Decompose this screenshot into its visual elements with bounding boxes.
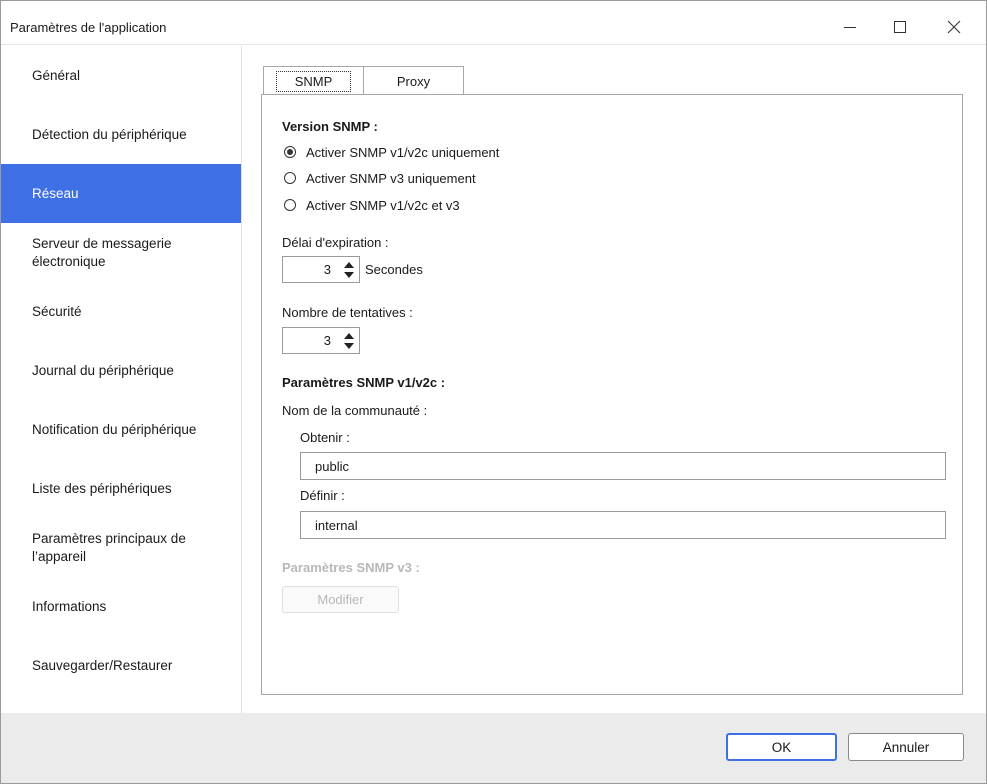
timeout-label: Délai d'expiration :	[282, 235, 389, 250]
maximize-icon	[894, 21, 906, 33]
snmp-v3-heading: Paramètres SNMP v3 :	[282, 560, 420, 575]
radio-button[interactable]	[284, 172, 296, 184]
get-community-label: Obtenir :	[300, 430, 350, 445]
set-community-value: internal	[315, 517, 358, 533]
tab-snmp[interactable]: SNMP	[263, 66, 364, 95]
sidebar-item-label: Réseau	[32, 185, 79, 201]
sidebar-item-device-notification[interactable]: Notification du périphérique	[1, 400, 241, 459]
minimize-icon	[844, 26, 856, 28]
timeout-stepper[interactable]: 3	[282, 256, 360, 283]
sidebar-item-label: Serveur de messagerie électronique	[32, 235, 172, 269]
sidebar-item-email-server[interactable]: Serveur de messagerie électronique	[1, 223, 241, 282]
dialog-footer: OK Annuler	[1, 713, 986, 783]
tab-label: SNMP	[275, 70, 352, 92]
get-community-value: public	[315, 458, 349, 474]
maximize-button[interactable]	[877, 9, 923, 45]
sidebar-item-device-list[interactable]: Liste des périphériques	[1, 459, 241, 518]
minimize-button[interactable]	[827, 9, 873, 45]
close-icon	[947, 20, 961, 34]
retries-value: 3	[323, 333, 331, 348]
radio-snmp-v1v2c-only[interactable]: Activer SNMP v1/v2c uniquement	[284, 143, 499, 161]
stepper-arrows-icon[interactable]	[343, 260, 355, 280]
sidebar-item-device-detection[interactable]: Détection du périphérique	[1, 105, 241, 164]
sidebar-item-label: Informations	[32, 598, 107, 614]
radio-button[interactable]	[284, 199, 296, 211]
sidebar-item-device-log[interactable]: Journal du périphérique	[1, 341, 241, 400]
sidebar-item-label: Notification du périphérique	[32, 421, 197, 437]
sidebar-item-information[interactable]: Informations	[1, 577, 241, 636]
ok-button-label: OK	[771, 739, 792, 755]
radio-label: Activer SNMP v3 uniquement	[306, 170, 476, 186]
tab-proxy[interactable]: Proxy	[364, 66, 464, 95]
retries-label: Nombre de tentatives :	[282, 305, 413, 320]
sidebar-item-label: Liste des périphériques	[32, 480, 172, 496]
sidebar-item-label: Sécurité	[32, 303, 82, 319]
sidebar: Général Détection du périphérique Réseau…	[1, 46, 242, 713]
sidebar-item-general[interactable]: Général	[1, 46, 241, 105]
radio-label: Activer SNMP v1/v2c et v3	[306, 197, 460, 213]
set-community-label: Définir :	[300, 488, 345, 503]
radio-snmp-v1v2c-and-v3[interactable]: Activer SNMP v1/v2c et v3	[284, 196, 460, 214]
sidebar-item-security[interactable]: Sécurité	[1, 282, 241, 341]
title-bar: Paramètres de l'application	[1, 1, 986, 45]
timeout-value: 3	[323, 262, 331, 277]
snmp-v1v2c-heading: Paramètres SNMP v1/v2c :	[282, 375, 446, 390]
sidebar-item-label: Sauvegarder/Restaurer	[32, 657, 173, 673]
modify-button[interactable]: Modifier	[282, 586, 399, 613]
sidebar-item-backup-restore[interactable]: Sauvegarder/Restaurer	[1, 636, 241, 695]
cancel-button-label: Annuler	[882, 739, 930, 755]
app-settings-window: Paramètres de l'application Général Déte…	[0, 0, 987, 784]
content-area: SNMP Proxy Version SNMP : Activer SNMP v…	[243, 46, 986, 713]
snmp-tab-panel: Version SNMP : Activer SNMP v1/v2c uniqu…	[261, 94, 963, 695]
get-community-input[interactable]: public	[300, 452, 946, 480]
modify-button-label: Modifier	[317, 592, 364, 607]
window-title: Paramètres de l'application	[10, 20, 167, 35]
close-button[interactable]	[931, 9, 977, 45]
set-community-input[interactable]: internal	[300, 511, 946, 539]
sidebar-item-label: Général	[32, 67, 81, 83]
sidebar-item-network[interactable]: Réseau	[1, 164, 241, 223]
sidebar-item-label: Détection du périphérique	[32, 126, 187, 142]
cancel-button[interactable]: Annuler	[848, 733, 964, 761]
radio-button[interactable]	[284, 146, 296, 158]
radio-snmp-v3-only[interactable]: Activer SNMP v3 uniquement	[284, 169, 476, 187]
sidebar-item-label: Paramètres principaux de l’appareil	[32, 530, 186, 564]
stepper-arrows-icon[interactable]	[343, 331, 355, 351]
retries-stepper[interactable]: 3	[282, 327, 360, 354]
community-name-label: Nom de la communauté :	[282, 403, 428, 418]
timeout-unit: Secondes	[365, 262, 423, 277]
sidebar-item-label: Journal du périphérique	[32, 362, 174, 378]
tab-label: Proxy	[396, 73, 431, 89]
sidebar-item-main-device-settings[interactable]: Paramètres principaux de l’appareil	[1, 518, 241, 577]
snmp-version-heading: Version SNMP :	[282, 119, 378, 134]
radio-label: Activer SNMP v1/v2c uniquement	[306, 144, 500, 160]
ok-button[interactable]: OK	[726, 733, 837, 761]
